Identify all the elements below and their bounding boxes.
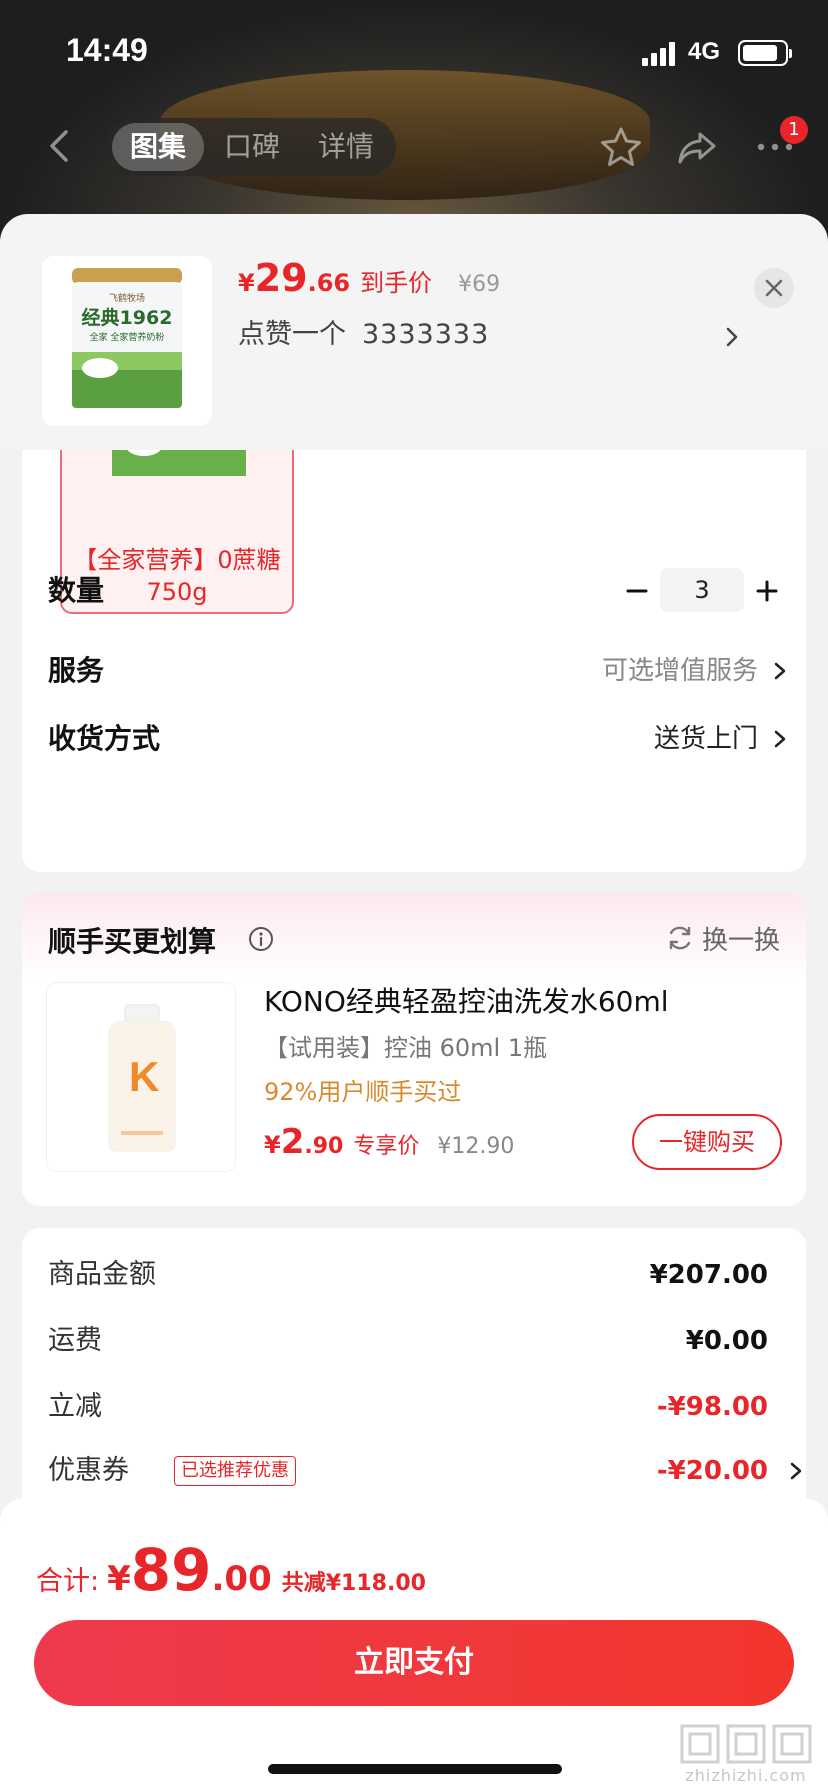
watermark: zhizhizhi.com [676, 1720, 816, 1786]
delivery-value: 送货上门 [653, 724, 758, 754]
star-icon[interactable] [598, 124, 644, 170]
close-icon[interactable] [754, 268, 794, 308]
chevron-right-icon [774, 730, 786, 748]
summary-value: ¥207.00 [649, 1260, 768, 1290]
total-label: 合计: [36, 1566, 100, 1597]
top-nav: 图集 口碑 详情 [0, 110, 828, 180]
quantity-value[interactable]: 3 [660, 568, 744, 612]
recommend-original-price: ¥12.90 [437, 1134, 515, 1159]
price-row: ¥29.66 到手价 ¥69 [238, 256, 500, 304]
price-decimal: .66 [307, 269, 351, 297]
thumb-brand: 飞鹤牧场 [109, 292, 145, 304]
network-label: 4G [688, 38, 721, 65]
summary-row-goods: 商品金额 ¥207.00 [48, 1252, 768, 1298]
summary-label: 优惠券 [48, 1455, 129, 1486]
minus-icon[interactable] [618, 572, 656, 610]
tab-details[interactable]: 详情 [304, 118, 388, 176]
tab-reviews[interactable]: 口碑 [210, 118, 294, 176]
selected-product-header: 飞鹤牧场 经典1962 全家 全家营养奶粉 ¥29.66 到手价 ¥69 点赞一个 3… [0, 214, 828, 450]
summary-row-coupon[interactable]: 优惠券 已选推荐优惠 -¥20.00 [48, 1448, 802, 1494]
service-value: 可选增值服务 [601, 656, 758, 686]
recommend-product-stat: 92%用户顺手买过 [264, 1078, 462, 1106]
section-tabs: 图集 口碑 详情 [106, 118, 396, 176]
plus-icon[interactable] [748, 572, 786, 610]
delivery-label: 收货方式 [48, 722, 161, 755]
total-decimal: .00 [211, 1559, 272, 1599]
summary-label: 商品金额 [48, 1259, 156, 1290]
options-card: 【全家营养】0蔗糖 750g 数量 3 服务 可选增值服务 收货方式 送货上门 [22, 420, 806, 872]
pay-now-button[interactable]: 立即支付 [34, 1620, 794, 1706]
price-summary-card: 商品金额 ¥207.00 运费 ¥0.00 立减 -¥98.00 优惠券 已选推… [22, 1228, 806, 1508]
quantity-stepper: 3 [618, 566, 788, 616]
recommend-price-row: ¥2.90 专享价 ¥12.90 [264, 1122, 514, 1162]
checkout-bar: 合计: ¥89.00 共减¥118.00 立即支付 zhizhizhi.com [0, 1498, 828, 1792]
original-price: ¥69 [458, 272, 501, 297]
one-click-buy-button[interactable]: 一键购买 [632, 1114, 782, 1170]
chevron-right-icon[interactable] [722, 322, 742, 352]
total-currency: ¥ [107, 1559, 131, 1599]
summary-value: -¥98.00 [656, 1392, 768, 1422]
recommend-price-decimal: .90 [304, 1134, 344, 1159]
quantity-row: 数量 3 [48, 566, 788, 616]
product-thumbnail: 飞鹤牧场 经典1962 全家 全家营养奶粉 [42, 256, 212, 426]
service-label: 服务 [48, 654, 105, 687]
summary-value: -¥20.00 [656, 1456, 768, 1486]
chevron-right-icon [790, 1462, 802, 1480]
price-currency: ¥ [238, 269, 255, 297]
home-indicator[interactable] [268, 1764, 562, 1774]
delivery-row[interactable]: 收货方式 送货上门 [48, 714, 788, 764]
signal-icon [642, 42, 676, 66]
spec-value: 3333333 [362, 319, 490, 350]
chevron-right-icon [774, 662, 786, 680]
total-row: 合计: ¥89.00 共减¥118.00 [36, 1536, 426, 1604]
summary-label: 运费 [48, 1325, 102, 1356]
total-savings: 共减¥118.00 [281, 1571, 426, 1596]
recommend-price-tag: 专享价 [353, 1134, 420, 1159]
recommend-product-name[interactable]: KONO经典轻盈控油洗发水60ml [264, 980, 669, 1020]
summary-row-discount: 立减 -¥98.00 [48, 1384, 768, 1430]
recommend-product-spec: 【试用装】控油 60ml 1瓶 [264, 1034, 548, 1062]
thumb-subtitle: 全家 全家营养奶粉 [90, 331, 165, 343]
quantity-label: 数量 [48, 574, 105, 607]
watermark-text: zhizhizhi.com [685, 1766, 807, 1785]
recommend-product-image[interactable]: K [46, 982, 236, 1172]
notification-badge: 1 [780, 116, 808, 144]
recommend-price-currency: ¥ [264, 1131, 281, 1159]
recommend-title: 顺手买更划算 [48, 925, 217, 958]
info-icon[interactable] [248, 926, 274, 952]
bottle-letter: K [129, 1053, 159, 1100]
back-arrow-icon[interactable] [40, 126, 80, 166]
thumb-title: 经典1962 [82, 306, 173, 329]
spec-label: 点赞一个 [238, 319, 346, 350]
service-row[interactable]: 服务 可选增值服务 [48, 646, 788, 696]
total-integer: 89 [130, 1536, 212, 1604]
status-bar: 14:49 4G [0, 0, 828, 100]
summary-label: 立减 [48, 1391, 102, 1422]
summary-value: ¥0.00 [685, 1326, 768, 1356]
recommend-price-integer: 2 [280, 1122, 305, 1162]
battery-icon [738, 40, 792, 66]
price-tag: 到手价 [360, 269, 433, 297]
refresh-icon[interactable] [666, 924, 694, 952]
swap-button[interactable]: 换一换 [702, 920, 780, 957]
recommend-card: 顺手买更划算 换一换 K KONO经典轻盈控油洗发水60ml 【试用装】控油 6… [22, 892, 806, 1206]
summary-row-shipping: 运费 ¥0.00 [48, 1318, 768, 1364]
price-integer: 29 [254, 256, 308, 300]
selected-spec[interactable]: 点赞一个 3333333 [238, 312, 489, 351]
status-time: 14:49 [66, 32, 148, 68]
tab-gallery[interactable]: 图集 [112, 123, 204, 171]
coupon-tag: 已选推荐优惠 [174, 1456, 296, 1486]
share-icon[interactable] [674, 124, 720, 170]
